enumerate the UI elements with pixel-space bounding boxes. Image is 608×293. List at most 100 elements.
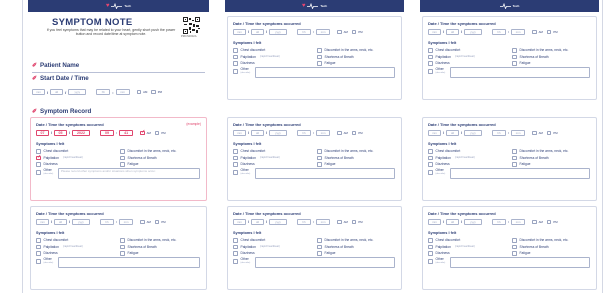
minute-field[interactable]: mm: [511, 219, 526, 225]
month-field[interactable]: mm: [233, 29, 246, 35]
arms-discomfort-option[interactable]: Discomfort in the arms, neck, etc.: [317, 238, 401, 243]
chest-discomfort-option[interactable]: Chest discomfort: [428, 48, 512, 53]
fatigue-option[interactable]: Fatigue: [317, 162, 401, 167]
day-field[interactable]: dd: [250, 130, 264, 136]
fatigue-option[interactable]: Fatigue: [512, 251, 596, 256]
minute-field[interactable]: mm: [316, 130, 331, 136]
dizziness-option[interactable]: Dizziness: [233, 251, 317, 256]
hour-field[interactable]: hh: [491, 130, 506, 136]
am-checkbox[interactable]: [140, 219, 145, 225]
year-field[interactable]: yyyy: [71, 219, 90, 225]
other-option[interactable]: Other (describe): [428, 257, 590, 268]
year-field[interactable]: yyyy: [268, 219, 287, 225]
am-checkbox[interactable]: [337, 130, 342, 136]
dizziness-option[interactable]: Dizziness: [233, 162, 317, 167]
chest-discomfort-option[interactable]: Chest discomfort: [233, 149, 317, 154]
pm-checkbox[interactable]: [546, 130, 552, 136]
shortness-of-breath-option[interactable]: Shortness of Breath: [512, 244, 596, 250]
fatigue-option[interactable]: Fatigue: [317, 61, 401, 66]
arms-discomfort-option[interactable]: Discomfort in the arms, neck, etc.: [317, 48, 401, 53]
patient-name-field[interactable]: [32, 72, 205, 73]
other-text-box[interactable]: [255, 168, 395, 179]
pm-checkbox[interactable]: [546, 219, 552, 225]
minute-field[interactable]: mm: [511, 29, 526, 35]
palpitation-option[interactable]: Palpitation (rapid heartbeat): [233, 54, 317, 60]
pm-checkbox[interactable]: [351, 219, 357, 225]
arms-discomfort-option[interactable]: Discomfort in the arms, neck, etc.: [512, 238, 596, 243]
arms-discomfort-option[interactable]: Discomfort in the arms, neck, etc.: [317, 149, 401, 154]
month-field[interactable]: mm: [233, 130, 246, 136]
day-field[interactable]: dd: [445, 130, 459, 136]
year-field[interactable]: yyyy: [463, 29, 482, 35]
arms-discomfort-option[interactable]: Discomfort in the arms, neck, etc.: [120, 238, 204, 243]
month-field[interactable]: mm: [428, 29, 441, 35]
shortness-of-breath-option[interactable]: Shortness of Breath: [512, 155, 596, 161]
palpitation-option[interactable]: Palpitation (rapid heartbeat): [428, 54, 512, 60]
am-checkbox[interactable]: [532, 29, 537, 35]
other-text-box[interactable]: [255, 67, 395, 78]
start-month-field[interactable]: mm: [32, 89, 45, 95]
year-field[interactable]: yyyy: [268, 130, 287, 136]
other-option[interactable]: Other (describe): [428, 168, 590, 179]
chest-discomfort-option[interactable]: Chest discomfort: [233, 238, 317, 243]
other-option[interactable]: Other (describe): [233, 168, 395, 179]
shortness-of-breath-option[interactable]: Shortness of Breath: [512, 54, 596, 60]
hour-field[interactable]: hh: [491, 29, 506, 35]
start-minute-field[interactable]: mm: [115, 89, 130, 95]
other-text-box[interactable]: [450, 168, 590, 179]
minute-field[interactable]: mm: [316, 29, 331, 35]
minute-field[interactable]: mm: [511, 130, 526, 136]
day-field[interactable]: dd: [250, 219, 264, 225]
other-text-box[interactable]: [58, 257, 200, 268]
other-option[interactable]: Other (describe): [233, 67, 395, 78]
other-text-box[interactable]: [450, 257, 590, 268]
pm-checkbox[interactable]: [351, 29, 357, 35]
start-hour-field[interactable]: hh: [96, 89, 111, 95]
pm-checkbox[interactable]: [151, 89, 156, 95]
hour-field[interactable]: hh: [491, 219, 506, 225]
am-checkbox[interactable]: [337, 29, 342, 35]
minute-field[interactable]: mm: [316, 219, 331, 225]
month-field[interactable]: mm: [428, 219, 441, 225]
shortness-of-breath-option[interactable]: Shortness of Breath: [317, 54, 401, 60]
chest-discomfort-option[interactable]: Chest discomfort: [428, 238, 512, 243]
chest-discomfort-option[interactable]: Chest discomfort: [428, 149, 512, 154]
palpitation-option[interactable]: Palpitation (rapid heartbeat): [36, 244, 120, 250]
palpitation-option[interactable]: Palpitation (rapid heartbeat): [428, 244, 512, 250]
other-text-box[interactable]: [255, 257, 395, 268]
day-field[interactable]: dd: [53, 219, 67, 225]
pm-checkbox[interactable]: [351, 130, 357, 136]
chest-discomfort-option[interactable]: Chest discomfort: [233, 48, 317, 53]
dizziness-option[interactable]: Dizziness: [428, 251, 512, 256]
shortness-of-breath-option[interactable]: Shortness of Breath: [317, 244, 401, 250]
other-option[interactable]: Other (describe): [428, 67, 590, 78]
hour-field[interactable]: hh: [296, 29, 311, 35]
dizziness-option[interactable]: Dizziness: [428, 162, 512, 167]
hour-field[interactable]: hh: [296, 130, 311, 136]
start-day-field[interactable]: dd: [50, 89, 64, 95]
palpitation-option[interactable]: Palpitation (rapid heartbeat): [233, 155, 317, 161]
minute-field[interactable]: mm: [119, 219, 134, 225]
other-option[interactable]: Other (describe): [233, 257, 395, 268]
hour-field[interactable]: hh: [296, 219, 311, 225]
fatigue-option[interactable]: Fatigue: [120, 251, 204, 256]
year-field[interactable]: yyyy: [463, 219, 482, 225]
month-field[interactable]: mm: [428, 130, 441, 136]
hour-field[interactable]: hh: [99, 219, 114, 225]
month-field[interactable]: mm: [36, 219, 49, 225]
palpitation-option[interactable]: Palpitation (rapid heartbeat): [428, 155, 512, 161]
day-field[interactable]: dd: [250, 29, 264, 35]
fatigue-option[interactable]: Fatigue: [317, 251, 401, 256]
chest-discomfort-option[interactable]: Chest discomfort: [36, 238, 120, 243]
year-field[interactable]: yyyy: [463, 130, 482, 136]
palpitation-option[interactable]: Palpitation (rapid heartbeat): [233, 244, 317, 250]
am-checkbox[interactable]: [136, 89, 142, 95]
pm-checkbox[interactable]: [546, 29, 552, 35]
am-checkbox[interactable]: [337, 219, 342, 225]
fatigue-option[interactable]: Fatigue: [512, 162, 596, 167]
other-text-box[interactable]: [450, 67, 590, 78]
am-checkbox[interactable]: [532, 130, 537, 136]
arms-discomfort-option[interactable]: Discomfort in the arms, neck, etc.: [512, 48, 596, 53]
day-field[interactable]: dd: [445, 219, 459, 225]
month-field[interactable]: mm: [233, 219, 246, 225]
